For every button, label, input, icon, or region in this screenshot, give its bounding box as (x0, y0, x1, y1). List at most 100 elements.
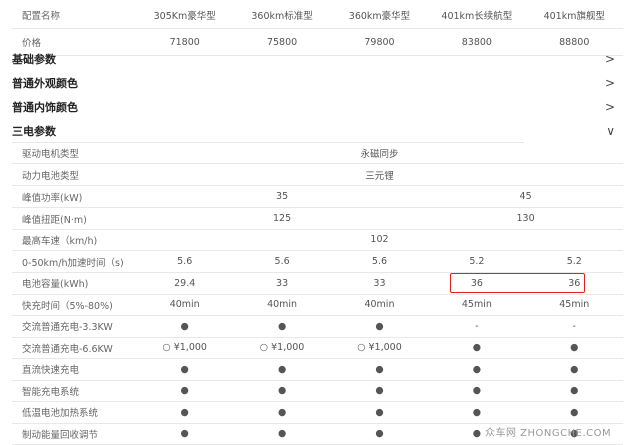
header-row: 配置名称 305Km豪华型 360km标准型 360km豪华型 401km长续航… (12, 2, 623, 29)
watermark: 众车网 ZHONGCHE.COM (485, 428, 612, 439)
price-value: 88800 (559, 36, 590, 48)
cell: ● (180, 320, 189, 332)
row-label: 快充时间（5%-80%) (22, 300, 113, 312)
table-row: 峰值功率(kW) 35 45 (12, 186, 623, 208)
cell: ● (375, 385, 384, 396)
chevron-right-icon: > (604, 52, 615, 66)
cell: ● (375, 363, 384, 375)
cell: 5.2 (469, 256, 485, 267)
table-row: 0-50km/h加速时间（s) 5.6 5.6 5.6 5.2 5.2 (12, 251, 623, 273)
model-name: 401km长续航型 (441, 11, 513, 22)
cell: 45min (559, 299, 590, 310)
cell: ● (180, 363, 189, 375)
section-label: 普通内饰颜色 (12, 101, 78, 114)
row-label: 交流普通充电-3.3KW (22, 322, 113, 333)
chevron-down-icon: ∨ (606, 124, 615, 138)
cell: 35 (276, 191, 289, 202)
cell: ● (472, 342, 482, 353)
row-label: 低温电池加热系统 (22, 408, 99, 419)
cell: 29.4 (174, 277, 196, 289)
table-row: 智能充电系统 ● ● ● ● ● (12, 380, 623, 402)
row-label: 峰值扭距(N·m) (22, 214, 87, 226)
header-label: 配置名称 (22, 11, 61, 22)
row-label: 交流普通充电-6.6KW (22, 343, 113, 355)
section-label: 普通外观颜色 (12, 77, 78, 90)
row-label: 动力电池类型 (22, 170, 80, 182)
cell: ● (375, 320, 384, 332)
price-value: 83800 (461, 36, 492, 48)
cell: ○ ¥1,000 (259, 342, 305, 353)
cell: ● (180, 428, 189, 439)
cell: ● (570, 342, 579, 353)
cell: ● (472, 363, 482, 375)
cell: ● (277, 406, 287, 418)
cell: 永磁同步 (360, 148, 399, 160)
table-row: 峰值扭距(N·m) 125 130 (12, 208, 623, 230)
model-name: 360km标准型 (251, 11, 313, 22)
cell: ● (180, 406, 189, 418)
price-value: 71800 (169, 36, 200, 48)
cell: ● (375, 428, 384, 439)
cell: 5.2 (566, 256, 582, 267)
cell: ● (277, 363, 287, 375)
cell: 40min (169, 299, 200, 310)
cell: ● (375, 406, 384, 418)
price-value: 75800 (266, 36, 298, 48)
price-label: 价格 (22, 38, 42, 49)
cell: 5.6 (274, 256, 290, 267)
section-interior-color[interactable]: 普通内饰颜色 > (12, 98, 623, 116)
cell: ● (472, 385, 482, 396)
cell: 5.6 (177, 256, 193, 267)
table-row: 直流快速充电 ● ● ● ● ● (12, 359, 623, 381)
table-row: 动力电池类型 三元锂 (12, 164, 623, 186)
chevron-right-icon: > (604, 76, 615, 90)
cell: 45min (461, 299, 492, 310)
section-basic[interactable]: 基础参数 > (12, 50, 623, 68)
cell: 33 (276, 277, 289, 289)
model-name: 401km旗舰型 (543, 11, 605, 22)
cell: ● (570, 406, 579, 418)
chevron-right-icon: > (604, 100, 615, 114)
highlight-box (450, 273, 585, 293)
table-row: 交流普通充电-3.3KW ● ● ● - - (12, 316, 623, 338)
cell: 三元锂 (365, 170, 394, 182)
table-row: 低温电池加热系统 ● ● ● ● ● (12, 402, 623, 424)
model-name: 360km豪华型 (348, 11, 411, 22)
cell: 130 (516, 213, 535, 224)
cell: ● (570, 385, 579, 396)
cell: 40min (267, 299, 298, 310)
cell: - (572, 320, 576, 332)
cell: 125 (273, 213, 292, 224)
cell: ● (277, 428, 287, 439)
section-label: 基础参数 (12, 53, 56, 66)
cell: ● (472, 406, 482, 418)
cell: 5.6 (371, 256, 388, 267)
cell: 33 (373, 277, 386, 289)
section-label: 三电参数 (12, 125, 56, 138)
row-label: 制动能量回收调节 (22, 429, 99, 441)
cell: - (475, 320, 479, 332)
table-row: 交流普通充电-6.6KW ○ ¥1,000 ○ ¥1,000 ○ ¥1,000 ● ● (12, 337, 623, 359)
model-name: 305Km豪华型 (153, 11, 216, 22)
cell: 40min (364, 299, 395, 310)
row-label: 0-50km/h加速时间（s) (22, 257, 124, 269)
row-label: 直流快速充电 (22, 365, 80, 376)
table-row: 最高车速（km/h) 102 (12, 229, 623, 251)
row-label: 电池容量(kWh) (22, 279, 89, 290)
cell: ○ ¥1,000 (162, 342, 207, 353)
cell: ● (180, 385, 189, 396)
row-label: 最高车速（km/h) (22, 235, 98, 247)
section-ev-params[interactable]: 三电参数 ∨ (12, 122, 623, 140)
table-row: 快充时间（5%-80%) 40min 40min 40min 45min 45min (12, 294, 623, 316)
cell: ● (277, 320, 287, 332)
price-value: 79800 (364, 36, 395, 48)
cell: 102 (370, 234, 389, 245)
table-row: 驱动电机类型 永磁同步 (12, 142, 623, 164)
cell: ● (277, 385, 287, 396)
row-label: 智能充电系统 (22, 386, 80, 398)
section-exterior-color[interactable]: 普通外观颜色 > (12, 74, 623, 92)
cell: ○ ¥1,000 (357, 342, 402, 353)
row-label: 峰值功率(kW) (22, 192, 83, 204)
cell: ● (570, 363, 579, 375)
row-label: 驱动电机类型 (22, 148, 80, 160)
